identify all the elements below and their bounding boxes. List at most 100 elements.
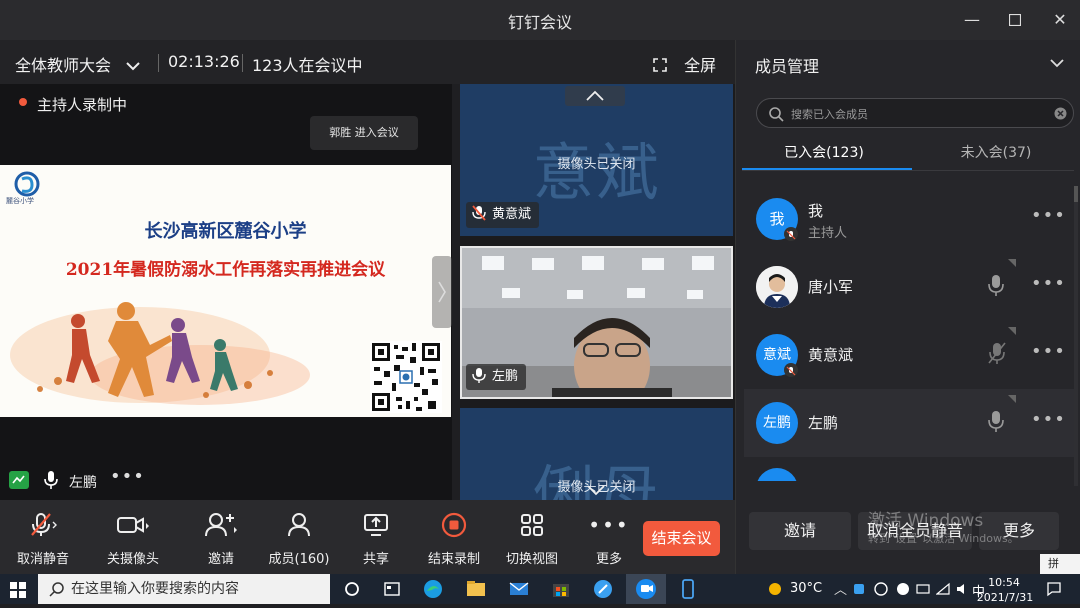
shared-slide: 麓谷小学 长沙高新区麓谷小学 2021年暑假防溺水工作再落实再推进会议: [0, 165, 451, 417]
running-children-illustration: [10, 302, 310, 405]
search-icon: [49, 582, 64, 597]
dingtalk-meeting-icon: [636, 579, 656, 599]
dingtalk-meeting-taskbar-item[interactable]: [626, 574, 666, 604]
tray-expand-icon[interactable]: ︿: [834, 579, 847, 598]
list-item[interactable]: 意斌 黄意斌 •••: [744, 323, 1074, 387]
chevron-down-icon[interactable]: [1050, 59, 1064, 68]
clear-icon[interactable]: [1054, 107, 1067, 120]
corner-marker: [1008, 259, 1016, 267]
corner-marker: [1008, 395, 1016, 403]
members-button[interactable]: 成员(160): [259, 510, 339, 567]
member-panel: 成员管理 搜索已入会成员 已入会(123) 未入会(37) 我 我 主持人 ••…: [735, 40, 1080, 574]
camera-off-status: 摄像头已关闭: [557, 157, 636, 172]
minimize-icon[interactable]: —: [960, 8, 984, 32]
member-more-icon[interactable]: •••: [1031, 205, 1066, 226]
invite-button[interactable]: 邀请: [181, 510, 261, 567]
volume-icon[interactable]: [955, 582, 969, 596]
host-mic-icon: [784, 227, 798, 241]
feather-app-icon[interactable]: [592, 578, 614, 600]
store-icon[interactable]: [550, 578, 572, 600]
wifi-icon[interactable]: [936, 582, 950, 596]
window-title: 钉钉会议: [507, 13, 572, 32]
task-view-icon[interactable]: [341, 578, 363, 600]
member-more-icon[interactable]: •••: [1031, 409, 1066, 430]
member-more-icon[interactable]: •••: [1031, 273, 1066, 294]
meeting-info-bar: 全体教师大会 02:13:26 123人在会议中 全屏: [0, 40, 735, 84]
more-button[interactable]: ••• 更多: [570, 510, 648, 567]
collapse-strip-handle[interactable]: [432, 256, 452, 328]
meeting-name-dropdown[interactable]: 全体教师大会: [15, 52, 140, 76]
phone-link-icon[interactable]: [677, 578, 699, 600]
muted-mic-icon: [3, 510, 83, 540]
member-search-input[interactable]: 搜索已入会成员: [756, 98, 1074, 128]
unmute-button[interactable]: 取消静音: [3, 510, 83, 567]
fullscreen-label: 全屏: [684, 56, 717, 75]
microphone-icon[interactable]: [988, 273, 1004, 297]
screen-share-icon[interactable]: [9, 471, 29, 489]
tray-cloud-icon[interactable]: [874, 582, 888, 596]
title-bar: 钉钉会议 — ✕: [0, 0, 1080, 40]
close-icon[interactable]: ✕: [1048, 8, 1072, 32]
member-list-scrollbar[interactable]: [1074, 186, 1078, 486]
ime-indicator[interactable]: 拼: [1040, 554, 1080, 574]
microphone-icon: [44, 471, 58, 489]
share-button[interactable]: 共享: [336, 510, 416, 567]
fullscreen-button[interactable]: 全屏: [653, 52, 716, 76]
slide-subtitle: 2021年暑假防溺水工作再落实再推进会议: [65, 260, 386, 280]
grid-view-icon: [492, 510, 572, 540]
camera-off-button[interactable]: 关摄像头: [93, 510, 173, 567]
tray-sync-icon[interactable]: [896, 582, 910, 596]
muted-mic-icon[interactable]: [988, 341, 1006, 365]
microphone-icon[interactable]: [988, 409, 1004, 433]
maximize-icon[interactable]: [1003, 8, 1027, 32]
avatar: 左鹏: [756, 402, 798, 444]
switch-view-button[interactable]: 切换视图: [492, 510, 572, 567]
avatar: [756, 266, 798, 308]
taskbar-search-input[interactable]: 在这里输入你要搜索的内容: [38, 574, 330, 604]
tile-name-tag: 黄意斌: [466, 202, 540, 228]
avatar: [756, 468, 798, 481]
invite-button[interactable]: 邀请: [749, 512, 851, 550]
record-stop-icon: [414, 510, 494, 540]
weather-temperature[interactable]: 30°C: [790, 581, 822, 596]
file-explorer-icon[interactable]: [465, 578, 487, 600]
search-placeholder: 搜索已入会成员: [791, 108, 868, 121]
member-name: 我: [808, 202, 824, 220]
members-icon: [259, 510, 339, 540]
meeting-toolbar: 取消静音 关摄像头 邀请 成员(160) 共享 结束录制 切换视图 ••• 更多: [0, 500, 735, 574]
chevron-right-icon: [438, 281, 446, 303]
stage-more-icon[interactable]: •••: [110, 466, 145, 487]
speaker-name: 左鹏: [69, 475, 97, 491]
mail-icon[interactable]: [508, 578, 530, 600]
tile-name-tag: 左鹏: [466, 364, 527, 390]
list-item[interactable]: [744, 457, 1074, 481]
activation-watermark-title: 激活 Windows: [868, 511, 984, 531]
clock-date[interactable]: 2021/7/31: [976, 591, 1034, 604]
end-record-button[interactable]: 结束录制: [414, 510, 494, 567]
windows-start-icon[interactable]: [10, 582, 26, 598]
video-strip: 意斌 摄像头已关闭 黄意斌 左鹏 俐母 摄像头已关闭: [460, 84, 735, 500]
recording-dot-icon: [19, 98, 27, 106]
list-item[interactable]: 唐小军 •••: [744, 255, 1074, 319]
scroll-up-button[interactable]: [565, 86, 625, 106]
chevron-down-icon: [126, 56, 140, 75]
member-more-icon[interactable]: •••: [1031, 341, 1066, 362]
list-item[interactable]: 我 我 主持人 •••: [744, 187, 1074, 251]
tab-not-joined[interactable]: 未入会(37): [912, 142, 1080, 162]
video-tile-camera-off[interactable]: 意斌 摄像头已关闭 黄意斌: [460, 84, 733, 236]
scroll-down-button[interactable]: [585, 481, 607, 500]
qr-code: [370, 341, 442, 413]
tab-divider: [742, 170, 1074, 171]
end-meeting-button[interactable]: 结束会议: [643, 521, 720, 556]
clock-time[interactable]: 10:54: [986, 576, 1022, 589]
edge-browser-icon[interactable]: [422, 578, 444, 600]
widgets-icon[interactable]: [381, 578, 403, 600]
notification-icon[interactable]: [1046, 581, 1062, 597]
taskbar-search-placeholder: 在这里输入你要搜索的内容: [71, 581, 239, 597]
member-name: 黄意斌: [808, 346, 854, 364]
tab-joined[interactable]: 已入会(123): [736, 142, 912, 162]
tray-app-icon[interactable]: [852, 582, 866, 596]
video-tile-live[interactable]: 左鹏: [460, 246, 733, 399]
tray-keyboard-icon[interactable]: [916, 582, 930, 596]
list-item[interactable]: 左鹏 左鹏 •••: [744, 389, 1074, 457]
